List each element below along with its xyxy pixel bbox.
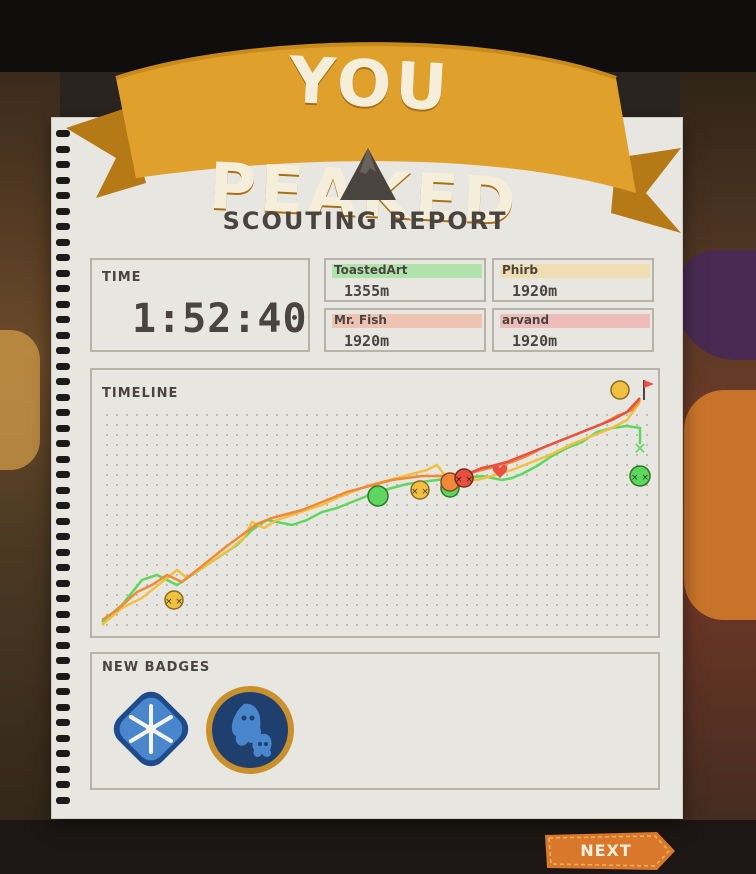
player-marker-green [367,485,389,507]
player-altitude: 1920m [344,332,390,350]
player-marker-fallen-yellow: × × [164,590,184,610]
spiral-ring [56,796,70,804]
svg-text:× ×: × × [631,473,649,483]
spiral-ring [56,595,70,602]
spiral-ring [56,269,70,277]
spiral-ring [56,378,70,385]
spiral-ring [56,672,70,680]
player-name: Phirb [502,263,538,277]
summit-flag-icon [643,380,654,400]
spiral-ring [56,486,70,494]
time-label: TIME [102,270,142,285]
player-card-mr-fish: Mr. Fish 1920m [324,308,486,352]
spiral-ring [56,533,70,540]
background-left-room [0,72,60,874]
spiral-ring [56,610,70,618]
spiral-ring [56,750,70,757]
spiral-ring [56,564,70,571]
spiral-ring [56,424,70,432]
spiral-ring [56,254,70,261]
player-altitude: 1920m [512,332,558,350]
player-card-toastedart: ToastedArt 1355m [324,258,486,302]
background-character [684,390,756,620]
next-label: NEXT [580,841,632,860]
svg-text:✕: ✕ [633,439,646,458]
spiral-ring [56,579,70,587]
background-lamp [0,330,40,470]
player-marker-summit-yellow [610,380,630,400]
spiral-ring [56,393,70,401]
spiral-ring [56,331,70,339]
spiral-ring [56,502,70,509]
spiral-ring [56,300,70,308]
spiral-ring [56,347,70,354]
spiral-ring [56,440,70,447]
time-value: 1:52:40 [132,296,308,342]
spiral-ring [56,626,70,633]
spiral-ring [56,719,70,726]
badges-panel: NEW BADGES [90,652,660,790]
player-altitude: 1920m [512,282,558,300]
timeline-graph: × × × × × × ✕ × × [100,380,654,630]
snowflake-badge-icon[interactable] [106,684,196,776]
spiral-ring [56,285,70,292]
spiral-ring [56,657,70,664]
spiral-ring [56,688,70,695]
ghosts-badge-icon[interactable] [204,684,296,776]
next-button[interactable]: NEXT [545,832,675,870]
player-altitude: 1355m [344,282,390,300]
spiral-ring [56,765,70,773]
player-name: Mr. Fish [334,313,387,327]
spiral-ring [56,471,70,478]
player-card-phirb: Phirb 1920m [492,258,654,302]
player-card-arvand: arvand 1920m [492,308,654,352]
spiral-ring [56,409,70,416]
spiral-ring [56,734,70,742]
svg-text:× ×: × × [455,475,473,485]
svg-text:× ×: × × [165,597,183,607]
timeline-panel: TIMELINE × × × × × × ✕ × × [90,368,660,638]
mountain-icon [340,148,396,200]
badges-label: NEW BADGES [102,660,211,675]
svg-text:× ×: × × [411,487,429,497]
spiral-ring [56,781,70,788]
report-title: SCOUTING REPORT [222,207,508,235]
spiral-ring [56,362,70,370]
spiral-ring [56,316,70,323]
spiral-ring [56,548,70,556]
player-marker-fallen-yellow-2: × × [410,480,430,500]
spiral-ring [56,703,70,711]
player-name: ToastedArt [334,263,408,277]
time-panel: TIME 1:52:40 [90,258,310,352]
spiral-ring [56,455,70,463]
player-name: arvand [502,313,550,327]
spiral-ring [56,641,70,649]
spiral-ring [56,517,70,525]
